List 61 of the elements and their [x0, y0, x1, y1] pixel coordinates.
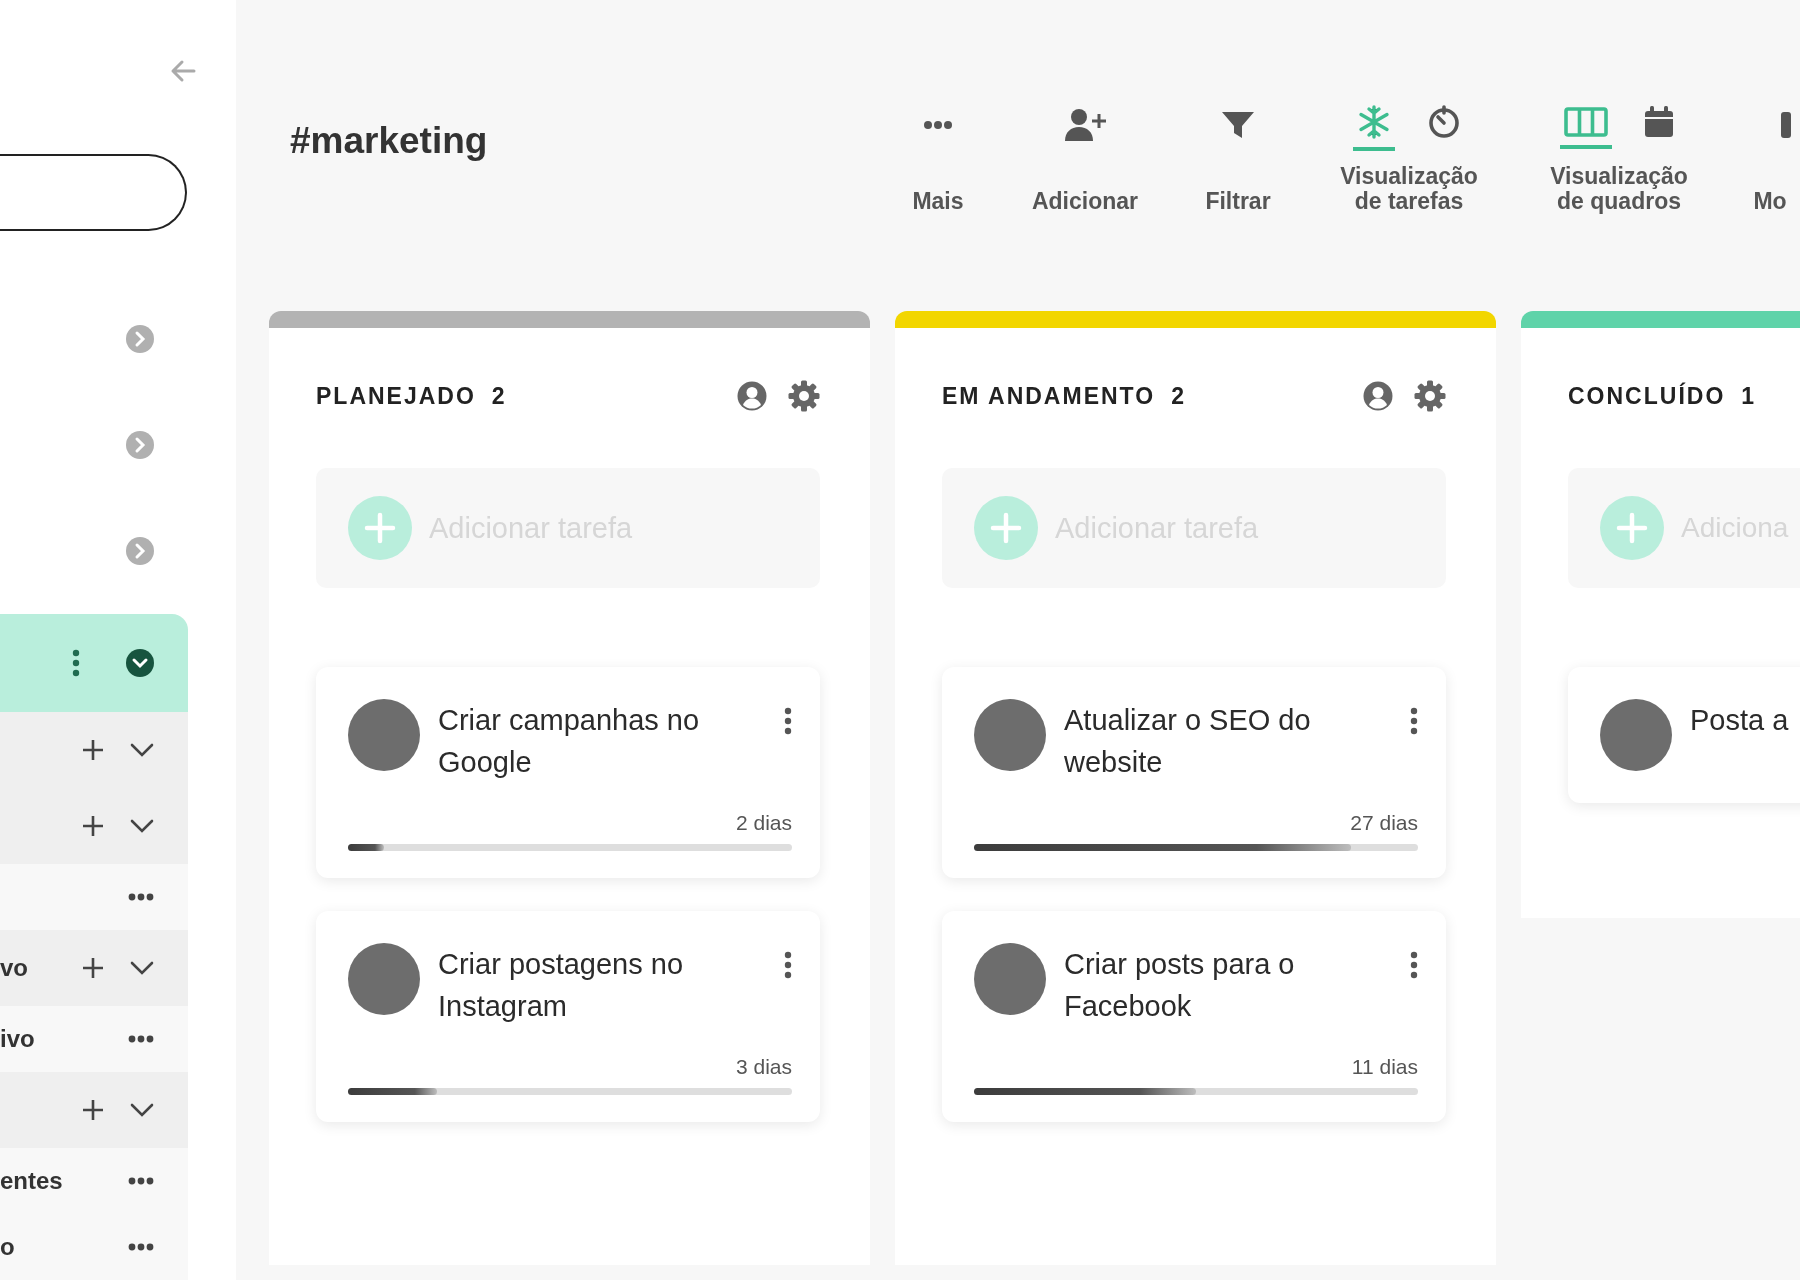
- more-icon: [923, 120, 953, 130]
- plus-icon[interactable]: [82, 815, 104, 837]
- sidebar-item-label: o: [0, 1233, 15, 1261]
- kebab-menu-icon[interactable]: [784, 951, 792, 979]
- plus-icon[interactable]: [82, 1099, 104, 1121]
- sidebar-item-label: entes: [0, 1167, 63, 1195]
- task-title: Criar posts para o Facebook: [1064, 947, 1296, 1024]
- person-icon[interactable]: [736, 380, 768, 412]
- task-card[interactable]: Criar posts para o Facebook 11 dias: [942, 911, 1446, 1122]
- more-icon[interactable]: [128, 1243, 154, 1251]
- column-title: PLANEJADO: [316, 382, 476, 410]
- sidebar-item-label: ivo: [0, 1025, 35, 1053]
- chevron-down-icon[interactable]: [130, 1103, 154, 1117]
- kebab-menu-icon[interactable]: [1410, 707, 1418, 735]
- module-icon: [1781, 112, 1791, 138]
- sidebar-item[interactable]: entes: [0, 1148, 188, 1214]
- column-count: 2: [1171, 382, 1184, 410]
- chevron-down-icon[interactable]: [130, 743, 154, 757]
- kebab-menu-icon[interactable]: [72, 649, 80, 677]
- kebab-menu-icon[interactable]: [1410, 951, 1418, 979]
- sidebar-group[interactable]: [0, 614, 188, 712]
- collapse-icon[interactable]: [126, 649, 154, 677]
- task-duration: 2 dias: [734, 811, 792, 835]
- plus-icon[interactable]: [82, 957, 104, 979]
- column-count: 2: [491, 382, 505, 410]
- task-title: Atualizar o SEO do website: [1064, 703, 1312, 780]
- task-card[interactable]: Posta a: [1568, 667, 1800, 803]
- sidebar-item[interactable]: vo: [0, 930, 188, 1006]
- sidebar-item[interactable]: ivo: [0, 1006, 188, 1072]
- sidebar-item[interactable]: o: [0, 1214, 188, 1280]
- column-title: CONCLUÍDO: [1568, 382, 1726, 410]
- task-title: Criar campanhas no Google: [438, 703, 701, 780]
- sidebar-item-label: vo: [0, 954, 28, 982]
- column-count: 1: [1741, 382, 1755, 410]
- task-title: Posta a: [1690, 703, 1790, 738]
- toolbar-button[interactable]: Adicionar: [1023, 98, 1147, 214]
- view-label: Visualização de quadros: [1549, 164, 1689, 214]
- task-card[interactable]: Atualizar o SEO do website 27 dias: [942, 667, 1446, 878]
- toolbar-button[interactable]: Mo: [1749, 98, 1791, 214]
- more-icon[interactable]: [128, 893, 154, 901]
- channel-title: #marketing: [290, 120, 488, 162]
- plus-icon[interactable]: [82, 739, 104, 761]
- task-duration: 3 dias: [734, 1055, 792, 1079]
- chevron-down-icon[interactable]: [130, 819, 154, 833]
- task-title: Criar postagens no Instagram: [438, 947, 685, 1024]
- person-icon[interactable]: [1362, 380, 1394, 412]
- filter-icon: [1221, 110, 1255, 140]
- view-label: Visualização de tarefas: [1339, 164, 1479, 214]
- task-card[interactable]: Criar postagens no Instagram 3 dias: [316, 911, 820, 1122]
- kebab-menu-icon[interactable]: [784, 707, 792, 735]
- task-card[interactable]: Criar campanhas no Google 2 dias: [316, 667, 820, 878]
- more-icon[interactable]: [128, 1035, 154, 1043]
- task-duration: 27 dias: [1349, 811, 1418, 835]
- task-duration: 11 dias: [1350, 1055, 1418, 1079]
- chevron-down-icon[interactable]: [130, 961, 154, 975]
- column-title: EM ANDAMENTO: [942, 382, 1156, 410]
- add-person-icon: [1064, 108, 1106, 142]
- more-icon[interactable]: [128, 1177, 154, 1185]
- toolbar-button[interactable]: Filtrar: [1187, 98, 1289, 214]
- search-field[interactable]: [0, 153, 187, 231]
- toolbar-button[interactable]: Mais: [893, 98, 983, 214]
